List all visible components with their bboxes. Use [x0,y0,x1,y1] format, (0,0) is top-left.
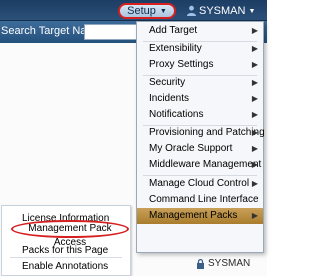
menu-item-command-line-interface[interactable]: Command Line Interface [137,192,263,208]
menu-item-security[interactable]: Security ▶ [137,75,263,91]
chevron-right-icon: ▶ [251,179,258,188]
search-input[interactable] [84,24,140,40]
chevron-right-icon: ▶ [251,60,258,69]
menu-item-add-target[interactable]: Add Target ▶ [137,23,263,39]
menu-item-management-packs[interactable]: Management Packs ▶ [137,208,263,224]
menu-item-my-oracle-support[interactable]: My Oracle Support ▶ [137,141,263,157]
menu-item-label: Extensibility [149,43,202,54]
menu-item-proxy-settings[interactable]: Proxy Settings ▶ [137,57,263,73]
chevron-right-icon: ▶ [251,26,258,35]
submenu-item-label: Management Pack Access [28,223,112,248]
chevron-right-icon: ▶ [251,78,258,87]
chevron-right-icon: ▶ [251,128,258,137]
chevron-right-icon: ▶ [251,110,258,119]
menu-item-label: My Oracle Support [149,143,233,154]
setup-button-label: Setup [127,5,156,17]
menu-item-label: Add Target [149,25,198,36]
chevron-down-icon: ▼ [248,7,256,15]
menu-item-label: Proxy Settings [149,59,214,70]
chevron-right-icon: ▶ [251,144,258,153]
user-name-label: SYSMAN [199,5,246,17]
user-icon [187,5,196,16]
chevron-down-icon: ▼ [159,7,167,15]
menu-item-manage-cloud-control[interactable]: Manage Cloud Control ▶ [137,176,263,192]
submenu-item-management-pack-access[interactable]: Management Pack Access [11,220,129,248]
lock-icon [197,258,204,269]
menu-item-label: Security [149,77,186,88]
menu-item-label: Management Packs [149,210,238,221]
chevron-right-icon: ▶ [251,211,258,220]
menu-item-label: Middleware Management [149,159,262,170]
menu-item-incidents[interactable]: Incidents ▶ [137,91,263,107]
menu-item-extensibility[interactable]: Extensibility ▶ [137,41,263,57]
menu-item-middleware-management[interactable]: Middleware Management ▶ [137,157,263,173]
chevron-right-icon: ▶ [251,94,258,103]
menu-item-label: Command Line Interface [149,194,259,205]
chevron-right-icon: ▶ [251,44,258,53]
chevron-right-icon: ▶ [251,160,258,169]
menu-item-label: Notifications [149,109,204,120]
footer-user: SYSMAN [196,258,250,269]
menu-item-label: Provisioning and Patching [149,127,265,138]
menu-item-label: Incidents [149,93,190,104]
user-menu-button[interactable]: SYSMAN ▼ [199,5,255,17]
footer-user-label: SYSMAN [208,258,251,269]
menu-item-provisioning-and-patching[interactable]: Provisioning and Patching ▶ [137,125,265,141]
setup-dropdown-menu: Add Target ▶ Extensibility ▶ Proxy Setti… [136,21,265,253]
menu-item-label: Manage Cloud Control [149,178,250,189]
menu-item-notifications[interactable]: Notifications ▶ [137,107,263,123]
setup-menu-button[interactable]: Setup ▼ [118,3,176,19]
submenu-item-enable-annotations[interactable]: Enable Annotations [22,258,108,275]
